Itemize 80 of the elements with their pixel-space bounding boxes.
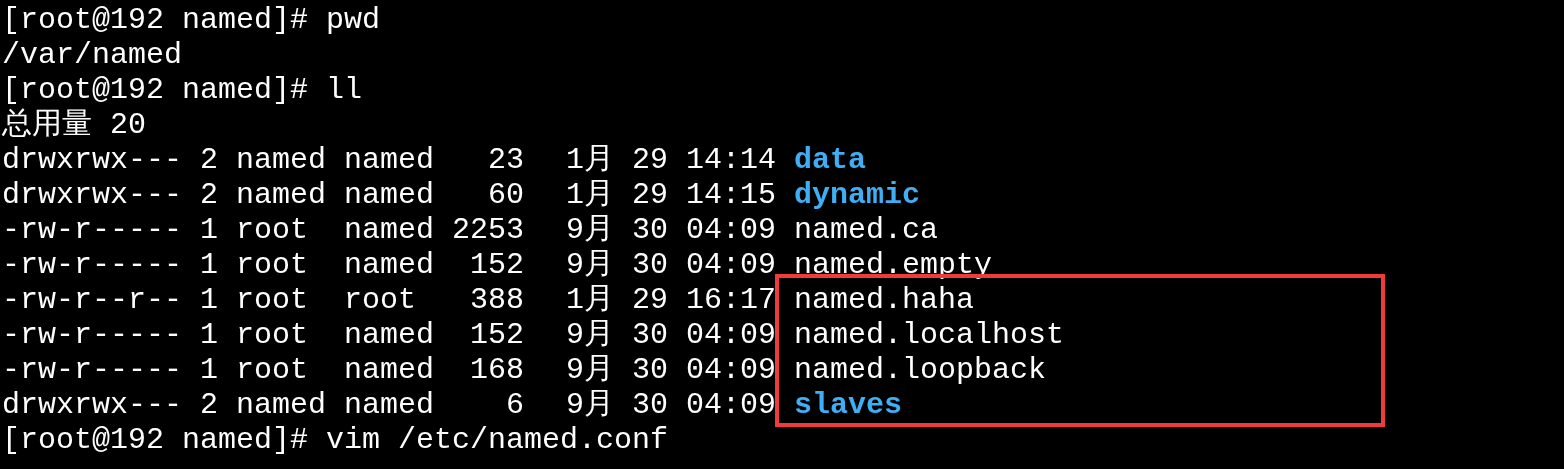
day-text: 30 bbox=[632, 213, 669, 248]
output-text: 总用量 20 bbox=[2, 108, 146, 143]
time-text: 04:09 bbox=[686, 318, 777, 353]
time-text: 04:09 bbox=[686, 248, 777, 283]
month-text: 1月 bbox=[565, 283, 615, 318]
directory-name: slaves bbox=[794, 388, 904, 423]
day-text: 29 bbox=[632, 143, 669, 178]
day-text: 30 bbox=[632, 248, 669, 283]
time-text: 04:09 bbox=[686, 353, 777, 388]
owner-text: named bbox=[236, 388, 327, 423]
shell-prompt: [root@192 named]# bbox=[2, 73, 309, 108]
day-text: 30 bbox=[632, 353, 669, 388]
day-text: 29 bbox=[632, 283, 669, 318]
output-text: /var/named bbox=[2, 38, 183, 73]
file-name: named.ca bbox=[794, 213, 940, 248]
command-text: pwd bbox=[325, 3, 381, 38]
month-text: 9月 bbox=[565, 388, 615, 423]
size-text: 152 bbox=[469, 318, 524, 353]
permissions-text: drwxrwx--- bbox=[2, 388, 184, 423]
permissions-text: -rw-r----- bbox=[2, 213, 184, 248]
month-text: 9月 bbox=[565, 318, 615, 353]
owner-text: root bbox=[236, 283, 309, 318]
group-text: root bbox=[344, 283, 417, 318]
shell-prompt: [root@192 named]# bbox=[2, 423, 309, 458]
group-text: named bbox=[344, 248, 435, 283]
link-count: 2 bbox=[200, 178, 219, 213]
link-count: 1 bbox=[200, 213, 219, 248]
owner-text: named bbox=[236, 143, 327, 178]
size-text: 60 bbox=[487, 178, 524, 213]
link-count: 2 bbox=[200, 143, 219, 178]
group-text: named bbox=[344, 353, 435, 388]
day-text: 30 bbox=[632, 318, 669, 353]
file-name: named.empty bbox=[794, 248, 994, 283]
directory-name: data bbox=[794, 143, 867, 178]
size-text: 23 bbox=[487, 143, 524, 178]
command-text: vim /etc/named.conf bbox=[325, 423, 669, 458]
permissions-text: drwxrwx--- bbox=[2, 143, 184, 178]
file-name: named.localhost bbox=[794, 318, 1066, 353]
month-text: 1月 bbox=[565, 143, 615, 178]
time-text: 04:09 bbox=[686, 388, 777, 423]
size-text: 2253 bbox=[452, 213, 524, 248]
owner-text: root bbox=[236, 353, 309, 388]
shell-prompt: [root@192 named]# bbox=[2, 3, 309, 38]
permissions-text: -rw-r----- bbox=[2, 248, 184, 283]
link-count: 2 bbox=[200, 388, 219, 423]
owner-text: root bbox=[236, 248, 309, 283]
size-text: 6 bbox=[505, 388, 524, 423]
size-text: 388 bbox=[469, 283, 524, 318]
time-text: 14:14 bbox=[686, 143, 777, 178]
month-text: 9月 bbox=[565, 213, 615, 248]
permissions-text: -rw-r--r-- bbox=[2, 283, 184, 318]
command-text: ll bbox=[325, 73, 363, 108]
month-text: 9月 bbox=[565, 248, 615, 283]
time-text: 04:09 bbox=[686, 213, 777, 248]
permissions-text: -rw-r----- bbox=[2, 353, 184, 388]
group-text: named bbox=[344, 318, 435, 353]
day-text: 29 bbox=[632, 178, 669, 213]
size-text: 168 bbox=[469, 353, 524, 388]
group-text: named bbox=[344, 388, 435, 423]
owner-text: root bbox=[236, 318, 309, 353]
file-name: named.loopback bbox=[794, 353, 1048, 388]
permissions-text: -rw-r----- bbox=[2, 318, 184, 353]
group-text: named bbox=[344, 178, 435, 213]
directory-name: dynamic bbox=[794, 178, 922, 213]
time-text: 14:15 bbox=[686, 178, 777, 213]
link-count: 1 bbox=[200, 248, 219, 283]
group-text: named bbox=[344, 143, 435, 178]
day-text: 30 bbox=[632, 388, 669, 423]
group-text: named bbox=[344, 213, 435, 248]
month-text: 9月 bbox=[565, 353, 615, 388]
month-text: 1月 bbox=[565, 178, 615, 213]
time-text: 16:17 bbox=[686, 283, 777, 318]
link-count: 1 bbox=[200, 318, 219, 353]
owner-text: named bbox=[236, 178, 327, 213]
permissions-text: drwxrwx--- bbox=[2, 178, 184, 213]
link-count: 1 bbox=[200, 353, 219, 388]
link-count: 1 bbox=[200, 283, 219, 318]
size-text: 152 bbox=[469, 248, 524, 283]
owner-text: root bbox=[236, 213, 309, 248]
file-name: named.haha bbox=[794, 283, 976, 318]
